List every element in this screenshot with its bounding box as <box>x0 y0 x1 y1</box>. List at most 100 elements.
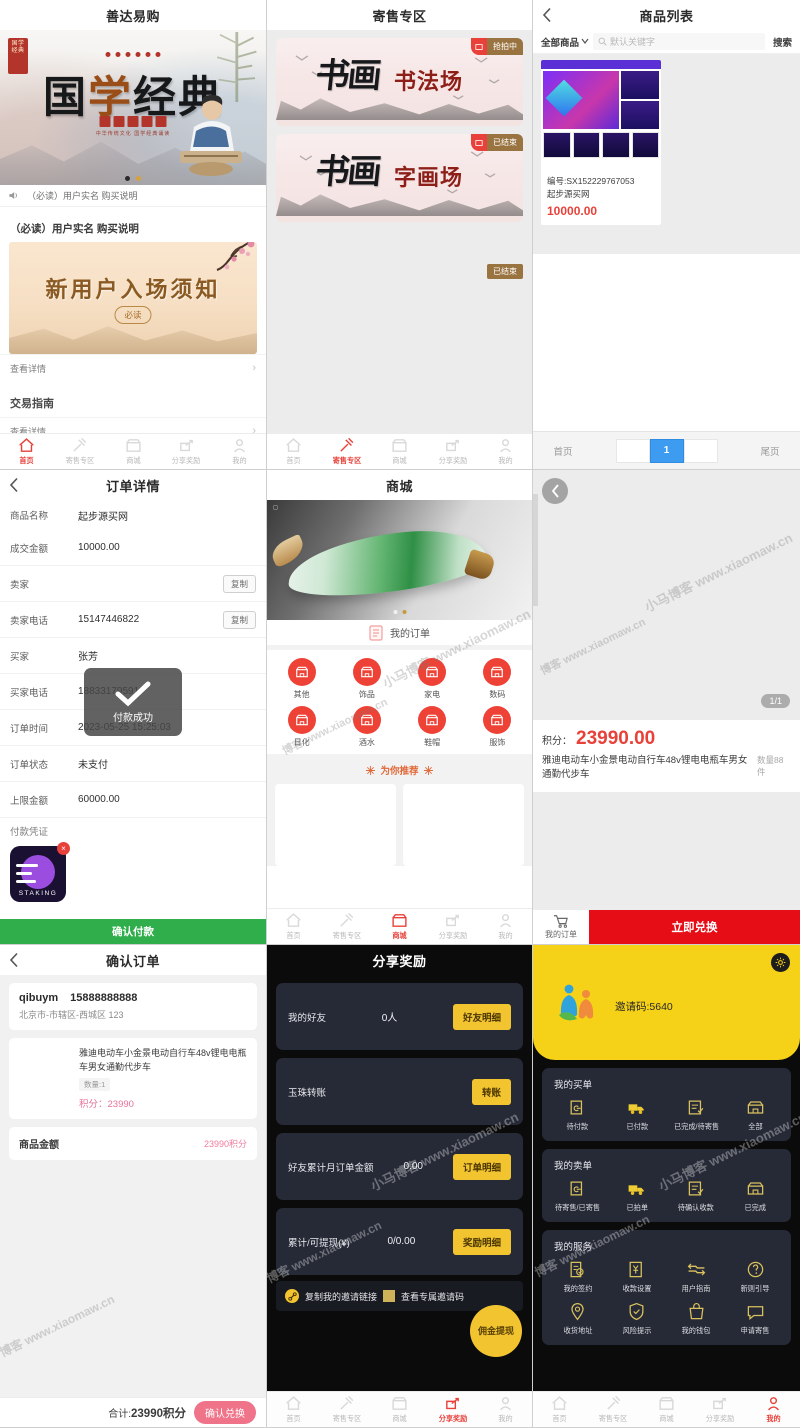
back-button[interactable] <box>9 477 18 493</box>
view-invite-qr[interactable]: 查看专属邀请码 <box>401 1290 464 1303</box>
tab-consign[interactable]: 寄售专区 <box>320 437 373 466</box>
service-item-risk[interactable]: 风险提示 <box>607 1302 666 1336</box>
tab-mine[interactable]: 我的 <box>213 437 266 466</box>
category-item[interactable]: 服饰 <box>465 706 530 748</box>
back-button[interactable] <box>542 478 568 504</box>
category-item[interactable]: 饰品 <box>334 658 399 700</box>
commission-withdraw-fab[interactable]: 佣金提现 <box>470 1305 522 1357</box>
category-item[interactable]: 日化 <box>269 706 334 748</box>
tab-mall[interactable]: 商城 <box>640 1395 693 1424</box>
order-detail-button[interactable]: 订单明细 <box>452 1153 511 1180</box>
service-item-newbie-guide[interactable]: 新则引导 <box>726 1260 785 1294</box>
bottom-tabbar[interactable]: 首页 寄售专区 商城 分享奖励 我的 <box>0 433 266 469</box>
bottom-tabbar[interactable]: 首页 寄售专区 商城 分享奖励 我的 <box>533 1391 800 1427</box>
sell-item-pending-consign[interactable]: 待寄售/已寄售 <box>548 1179 607 1213</box>
back-button[interactable] <box>9 952 18 968</box>
tab-share[interactable]: 分享奖励 <box>426 437 479 466</box>
reward-detail-button[interactable]: 奖励明细 <box>452 1228 511 1255</box>
service-item-apply-consign[interactable]: 申请寄售 <box>726 1302 785 1336</box>
tab-mine[interactable]: 我的 <box>479 912 532 941</box>
friend-detail-button[interactable]: 好友明细 <box>452 1003 511 1030</box>
bottom-tabbar[interactable]: 首页 寄售专区 商城 分享奖励 我的 <box>267 908 532 944</box>
tab-share[interactable]: 分享奖励 <box>426 1395 479 1424</box>
tab-consign[interactable]: 寄售专区 <box>320 912 373 941</box>
tab-mine[interactable]: 我的 <box>479 437 532 466</box>
buy-item-pending-payment[interactable]: 待付款 <box>548 1098 607 1132</box>
product-card[interactable]: 编号:SX152229767053 起步源买网 10000.00 <box>541 60 661 225</box>
tab-consign[interactable]: 寄售专区 <box>320 1395 373 1424</box>
promo-banner[interactable]: 新用户入场须知 必读 <box>9 242 257 354</box>
mall-my-order-entry[interactable]: 我的订单 <box>267 620 532 650</box>
transfer-button[interactable]: 转账 <box>471 1078 511 1105</box>
tab-mall[interactable]: 商城 <box>373 437 426 466</box>
bottom-tabbar[interactable]: 首页 寄售专区 商城 分享奖励 我的 <box>267 1391 532 1427</box>
service-item-wallet[interactable]: 我的钱包 <box>667 1302 726 1336</box>
tab-share[interactable]: 分享奖励 <box>426 912 479 941</box>
sell-item-completed[interactable]: 已完成 <box>726 1179 785 1213</box>
my-order-button[interactable]: 我的订单 <box>533 910 589 944</box>
consign-banner-calligraphy[interactable]: 书画 书法场 抢拍中 <box>276 38 523 126</box>
sell-item-bidded[interactable]: 已拍单 <box>607 1179 666 1213</box>
tab-consign[interactable]: 寄售专区 <box>53 437 106 466</box>
copy-button[interactable]: 复制 <box>222 610 256 629</box>
copy-button[interactable]: 复制 <box>222 574 256 593</box>
service-item-user-guide[interactable]: 用户指南 <box>667 1260 726 1294</box>
category-item[interactable]: 数码 <box>465 658 530 700</box>
home-notice-bar[interactable]: （必读）用户实名 购买说明 <box>0 185 266 207</box>
service-item-contract[interactable]: 我的签约 <box>548 1260 607 1294</box>
pagination-page-1[interactable]: 1 <box>649 438 684 463</box>
category-item[interactable]: 鞋帽 <box>400 706 465 748</box>
tab-mall[interactable]: 商城 <box>373 1395 426 1424</box>
pagination-numbers[interactable]: 1 <box>615 438 718 463</box>
pagination-first[interactable]: 首页 <box>533 444 593 458</box>
address-card[interactable]: qibuym 15888888888 北京市-市辖区-西城区 123 <box>9 983 257 1030</box>
tab-share[interactable]: 分享奖励 <box>693 1395 746 1424</box>
tab-home[interactable]: 首页 <box>0 437 53 466</box>
buy-item-all[interactable]: 全部 <box>726 1098 785 1132</box>
share-row-transfer: 玉珠转账 转账 <box>276 1058 523 1125</box>
tab-consign[interactable]: 寄售专区 <box>586 1395 639 1424</box>
tab-mine[interactable]: 我的 <box>747 1395 800 1424</box>
service-item-address[interactable]: 收货地址 <box>548 1302 607 1336</box>
bottom-tabbar[interactable]: 首页 寄售专区 商城 分享奖励 我的 <box>267 433 532 469</box>
search-button[interactable]: 搜索 <box>769 35 792 49</box>
pagination-last[interactable]: 尾页 <box>740 444 800 458</box>
buy-item-paid[interactable]: 已付款 <box>607 1098 666 1132</box>
money-setting-icon <box>629 1261 643 1278</box>
consign-banner-painting[interactable]: 书画 字画场 已结束 <box>276 134 523 222</box>
back-button[interactable] <box>542 7 551 23</box>
product-image-stage[interactable]: 1/1 <box>533 470 800 720</box>
service-item-payment-setting[interactable]: 收款设置 <box>607 1260 666 1294</box>
category-item[interactable]: 家电 <box>400 658 465 700</box>
gear-icon[interactable] <box>771 953 790 972</box>
category-item[interactable]: 其他 <box>269 658 334 700</box>
item-label: 新则引导 <box>740 1284 770 1293</box>
banner-indicator[interactable] <box>393 610 406 614</box>
home-link-detail-1[interactable]: 查看详情 › <box>0 354 266 381</box>
remove-voucher-icon[interactable]: × <box>57 842 70 855</box>
tab-home[interactable]: 首页 <box>267 912 320 941</box>
pagination[interactable]: 首页 1 尾页 <box>533 431 800 469</box>
tab-home[interactable]: 首页 <box>267 437 320 466</box>
confirm-payment-button[interactable]: 确认付款 <box>0 919 266 944</box>
confirm-exchange-button[interactable]: 确认兑换 <box>194 1401 256 1424</box>
tab-mine[interactable]: 我的 <box>479 1395 532 1424</box>
tab-mall[interactable]: 商城 <box>373 912 426 941</box>
exchange-now-button[interactable]: 立即兑换 <box>589 910 800 944</box>
home-hero-banner[interactable]: 国学经典 国学经典 中华传统文化 国学经典诵读 <box>0 30 266 185</box>
recommend-card[interactable] <box>275 784 396 866</box>
buy-item-completed[interactable]: 已完成/待寄售 <box>667 1098 726 1132</box>
category-filter-dropdown[interactable]: 全部商品 <box>541 35 589 49</box>
hero-indicator[interactable] <box>125 176 141 181</box>
tab-home[interactable]: 首页 <box>533 1395 586 1424</box>
sell-item-confirm-receipt[interactable]: 待确认收款 <box>667 1179 726 1213</box>
recommend-card[interactable] <box>403 784 524 866</box>
mall-banner[interactable]: ◻ <box>267 500 532 620</box>
search-input[interactable]: 默认关键字 <box>593 33 765 50</box>
copy-invite-link[interactable]: 复制我的邀请链接 <box>305 1290 377 1303</box>
tab-share[interactable]: 分享奖励 <box>160 437 213 466</box>
tab-home[interactable]: 首页 <box>267 1395 320 1424</box>
tab-mall[interactable]: 商城 <box>106 437 159 466</box>
category-item[interactable]: 酒水 <box>334 706 399 748</box>
voucher-thumbnail[interactable]: STAKING × <box>10 842 70 902</box>
